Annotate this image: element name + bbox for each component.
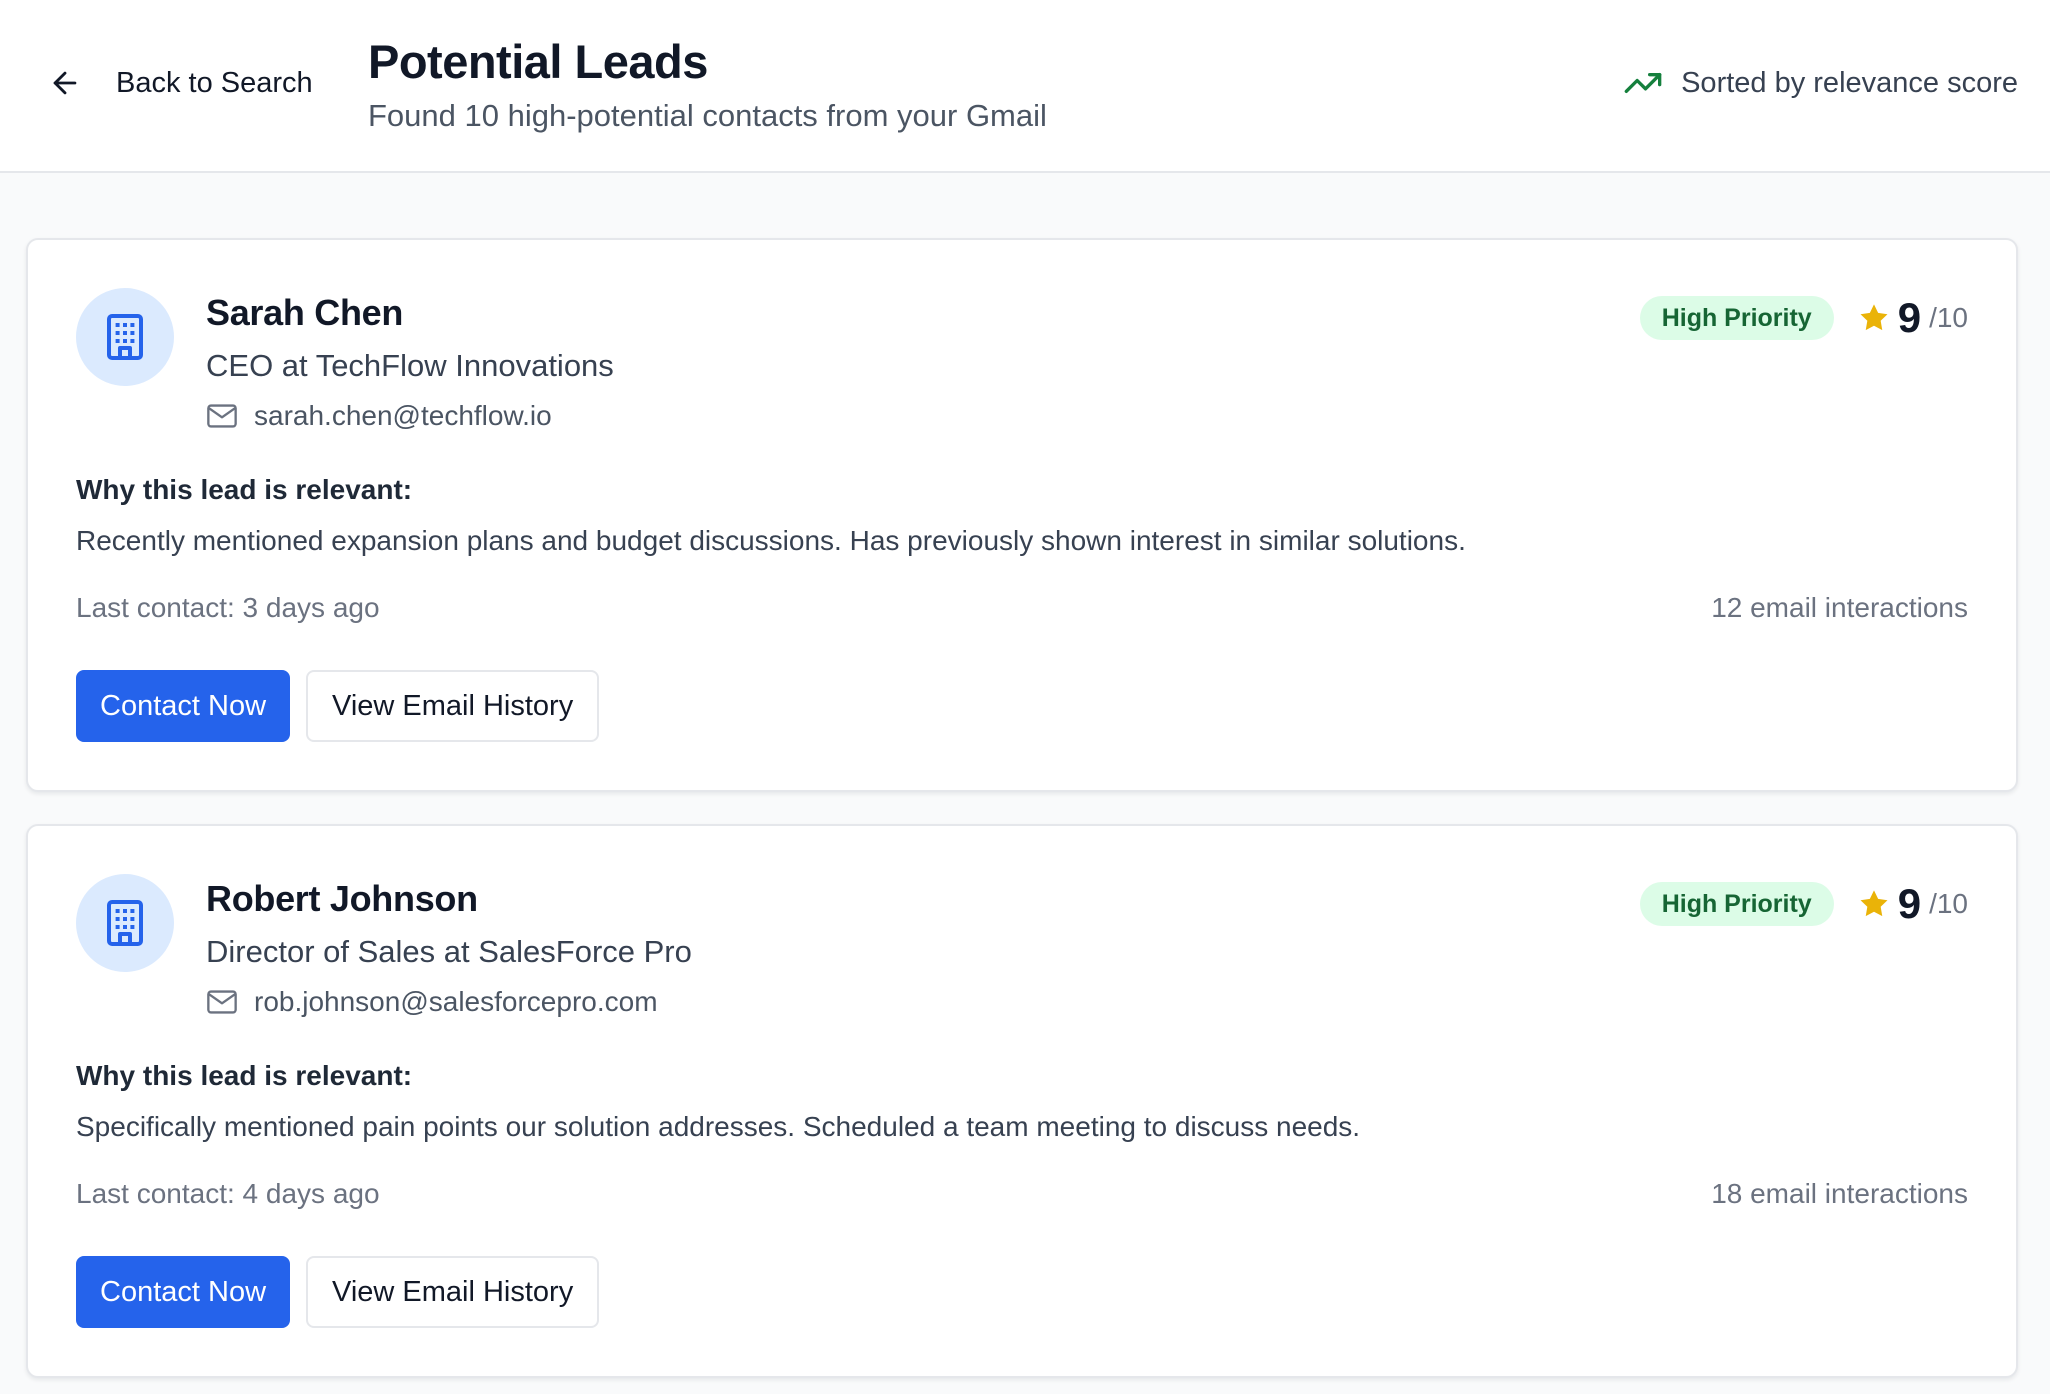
building-icon [107, 900, 143, 946]
lead-identity: Robert Johnson Director of Sales at Sale… [206, 876, 692, 1022]
lead-card: Robert Johnson Director of Sales at Sale… [26, 824, 2018, 1378]
page-subtitle: Found 10 high-potential contacts from yo… [368, 98, 1047, 133]
back-to-search-button[interactable]: Back to Search [48, 62, 313, 104]
relevance-heading: Why this lead is relevant: [76, 1060, 413, 1091]
relevance-text: Specifically mentioned pain points our s… [76, 1111, 1361, 1142]
lead-score-area: High Priority 9 /10 [1639, 880, 1968, 928]
view-email-history-button[interactable]: View Email History [306, 1256, 600, 1328]
contact-now-button[interactable]: Contact Now [76, 1256, 291, 1328]
arrow-left-icon [53, 71, 77, 95]
lead-avatar [76, 874, 174, 972]
relevance-heading: Why this lead is relevant: [76, 474, 413, 505]
star-icon [1860, 304, 1888, 331]
lead-score-area: High Priority 9 /10 [1639, 294, 1968, 342]
lead-role: Director of Sales at SalesForce Pro [206, 934, 692, 969]
lead-role: CEO at TechFlow Innovations [206, 348, 614, 383]
lead-score-max: /10 [1929, 888, 1968, 919]
email-interactions: 18 email interactions [1711, 1178, 1968, 1209]
lead-actions: Contact Now View Email History [76, 1256, 600, 1328]
view-email-history-button[interactable]: View Email History [306, 670, 600, 742]
lead-email-row: sarah.chen@techflow.io [206, 396, 614, 436]
building-icon [107, 314, 143, 360]
email-interactions: 12 email interactions [1711, 592, 1968, 623]
lead-avatar [76, 288, 174, 386]
lead-name: Robert Johnson [206, 878, 478, 919]
lead-meta: Last contact: 3 days ago 12 email intera… [76, 588, 1968, 628]
priority-badge: High Priority [1639, 296, 1834, 340]
relevance-section: Why this lead is relevant: Recently ment… [76, 470, 1968, 561]
lead-score: 9 [1897, 880, 1922, 927]
page-header: Back to Search Potential Leads Found 10 … [0, 0, 2050, 173]
lead-email[interactable]: sarah.chen@techflow.io [254, 396, 552, 436]
lead-name: Sarah Chen [206, 292, 404, 333]
last-contact: Last contact: 3 days ago [76, 592, 380, 623]
contact-now-button[interactable]: Contact Now [76, 670, 291, 742]
last-contact: Last contact: 4 days ago [76, 1178, 380, 1209]
sort-indicator: Sorted by relevance score [1623, 62, 2018, 104]
sort-label: Sorted by relevance score [1681, 67, 2018, 99]
page-title: Potential Leads [368, 35, 708, 88]
lead-score: 9 [1897, 294, 1922, 341]
lead-email-row: rob.johnson@salesforcepro.com [206, 982, 692, 1022]
star-icon [1860, 890, 1888, 917]
lead-actions: Contact Now View Email History [76, 670, 600, 742]
priority-badge: High Priority [1639, 882, 1834, 926]
lead-card: Sarah Chen CEO at TechFlow Innovations s… [26, 238, 2018, 792]
lead-score-max: /10 [1929, 302, 1968, 333]
relevance-text: Recently mentioned expansion plans and b… [76, 525, 1466, 556]
back-to-search-label: Back to Search [116, 67, 313, 99]
lead-meta: Last contact: 4 days ago 18 email intera… [76, 1174, 1968, 1214]
leads-page: Back to Search Potential Leads Found 10 … [0, 0, 2050, 1394]
lead-email[interactable]: rob.johnson@salesforcepro.com [254, 982, 658, 1022]
lead-list: Sarah Chen CEO at TechFlow Innovations s… [26, 238, 2018, 1394]
trending-up-icon [1624, 73, 1662, 94]
title-block: Potential Leads Found 10 high-potential … [368, 32, 1047, 138]
lead-identity: Sarah Chen CEO at TechFlow Innovations s… [206, 290, 614, 436]
mail-icon [207, 404, 237, 428]
relevance-section: Why this lead is relevant: Specifically … [76, 1056, 1968, 1147]
mail-icon [207, 990, 237, 1014]
